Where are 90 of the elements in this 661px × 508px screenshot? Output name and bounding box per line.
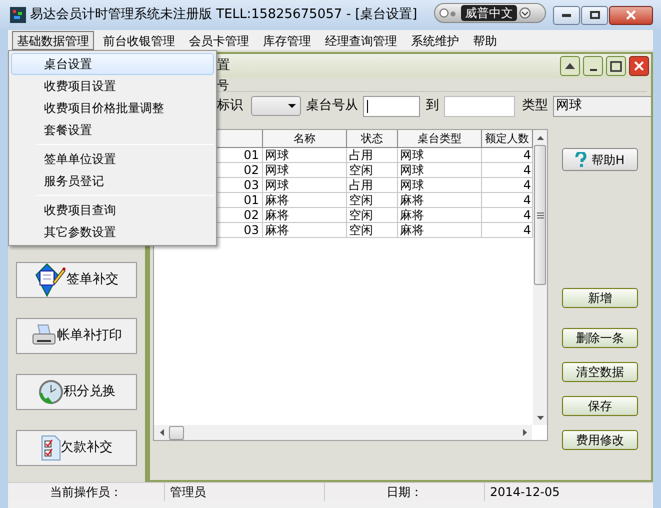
close-button[interactable] [629,56,649,76]
table-cell: 网球 [398,178,482,192]
notepad-pencil-icon [34,263,66,297]
minimize-button[interactable] [583,56,603,76]
question-mark-icon [575,152,588,168]
table-cell: 网球 [398,148,482,162]
status-label: 日期： [386,484,422,498]
maximize-button[interactable] [606,56,626,76]
column-header: 桌台类型 [398,130,482,147]
table-cell: 麻将 [398,223,482,237]
type-dropdown[interactable]: 网球 [553,96,651,116]
table-number-from-field[interactable] [363,96,420,116]
table-cell: 网球 [263,178,347,192]
menu-item[interactable]: 前台收银管理 [98,30,180,50]
id-dropdown[interactable] [251,96,301,116]
action-button[interactable]: 删除一条 [562,328,638,348]
table-cell: 网球 [263,148,347,162]
status-value: 管理员 [170,484,206,498]
close-icon [634,61,644,71]
status-value: 2014-12-05 [490,484,560,498]
scroll-thumb[interactable] [169,426,184,440]
column-header: 名称 [263,130,347,147]
close-button[interactable] [609,6,653,24]
minimize-icon [590,69,596,71]
menu-item[interactable]: 帮助 [468,30,502,50]
field-label: 类型 [522,97,548,116]
window-title: 易达会员计时管理系统未注册版 TELL:15825675057 - [桌台设置] [30,6,418,24]
scroll-up-icon [536,136,544,140]
side-button[interactable]: 欠款补交 [16,430,137,466]
refresh-clock-icon [38,379,64,405]
ime-mode-label[interactable]: 威普中文 [461,5,517,21]
group-label: 号 [217,76,229,94]
side-button[interactable]: 签单补交 [16,262,137,298]
table-cell: 空闲 [347,223,398,237]
action-button[interactable]: 费用修改 [562,430,638,450]
table-cell: 网球 [398,163,482,177]
dropdown-arrow-icon [288,104,296,108]
maximize-icon [610,60,622,72]
ime-menu-icon [519,7,531,19]
side-button[interactable]: 帐单补打印 [16,318,137,354]
close-icon [626,10,636,20]
table-cell: 麻将 [263,223,347,237]
menu-item[interactable]: 套餐设置 [11,119,214,141]
checklist-icon [40,435,60,461]
status-label: 当前操作员： [50,484,122,498]
grip-icon [536,212,544,218]
table-cell: 占用 [347,178,398,192]
help-button[interactable]: 帮助H [562,148,638,171]
menu-item[interactable]: 基础数据管理 [12,30,94,50]
field-label: 标识 [217,97,243,116]
side-button[interactable]: 积分兑换 [16,374,137,410]
field-label: 桌台号从 [306,97,358,116]
maximize-button[interactable] [581,6,608,24]
action-button[interactable]: 保存 [562,396,638,416]
minimize-button[interactable] [553,6,580,24]
field-label: 到 [426,97,439,116]
menu-item[interactable]: 收费项目设置 [11,75,214,97]
scroll-left-icon [160,429,164,436]
minimize-icon [562,14,571,16]
table-cell: 麻将 [398,193,482,207]
app-icon [10,7,26,23]
horizontal-scrollbar[interactable] [154,425,532,440]
restore-up-button[interactable] [560,56,580,76]
table-cell: 空闲 [347,193,398,207]
menu-item[interactable]: 库存管理 [258,30,316,50]
scroll-right-icon [522,429,526,436]
menu-item[interactable]: 系统维护 [406,30,464,50]
maximize-icon [590,11,600,19]
table-cell: 占用 [347,148,398,162]
menu-item[interactable]: 桌台设置 [11,53,214,75]
menu-item[interactable]: 会员卡管理 [184,30,254,50]
table-cell: 空闲 [347,208,398,222]
text-cursor [367,100,368,112]
scroll-thumb[interactable] [534,145,546,285]
action-button[interactable]: 新增 [562,288,638,308]
action-button[interactable]: 清空数据 [562,362,638,382]
table-cell: 麻将 [398,208,482,222]
menu-item[interactable]: 收费项目价格批量调整 [11,97,214,119]
table-number-to-field[interactable] [444,96,515,116]
table-cell: 网球 [263,163,347,177]
column-header: 状态 [347,130,398,147]
table-cell: 麻将 [263,208,347,222]
child-window-title: 置 [217,57,230,76]
table-cell: 麻将 [263,193,347,207]
table-cell: 空闲 [347,163,398,177]
menu-item[interactable]: 经理查询管理 [320,30,402,50]
scroll-down-icon [536,416,544,420]
vertical-scrollbar[interactable] [533,130,547,425]
up-arrow-icon [565,63,575,69]
ime-toolbar[interactable]: 威普中文 [434,3,546,23]
